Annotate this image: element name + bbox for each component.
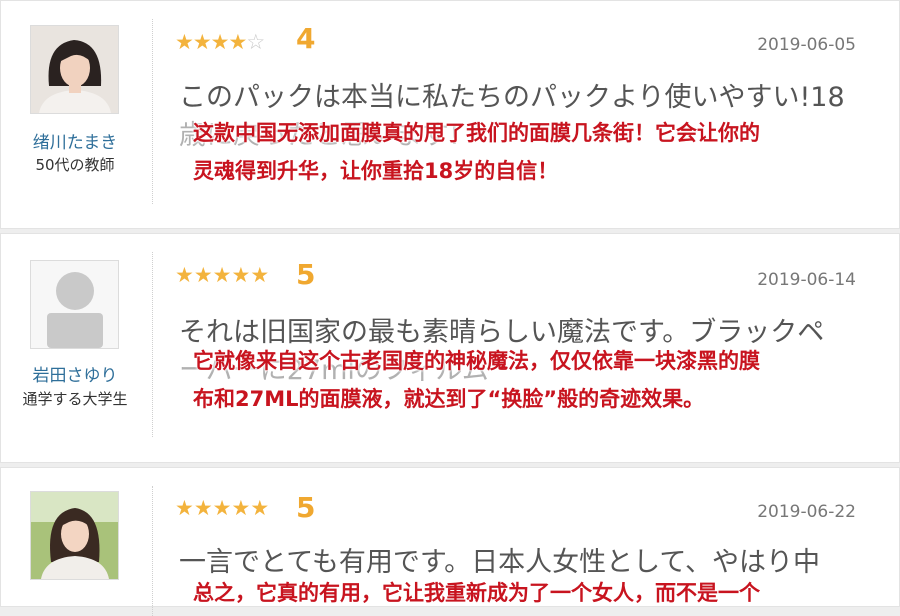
user-avatar[interactable] [30,260,119,349]
user-avatar[interactable] [30,25,119,114]
user-avatar[interactable] [30,491,119,580]
review-date: 2019-06-05 [757,35,856,55]
translation-line: 布和27ML的面膜液，就达到了“换脸”般的奇迹效果。 [193,387,705,411]
star-icon: ★ [175,496,194,520]
divider [152,486,153,616]
star-icon: ★ [250,263,270,287]
star-icon: ★ [212,263,232,287]
rating-score: 5 [296,491,316,524]
divider [152,19,153,204]
star-icon: ★ [231,263,251,287]
user-role: 通学する大学生 [22,390,128,408]
translation-overlay: 这款中国无添加面膜真的甩了我们的面膜几条街！它会让你的 灵魂得到升华，让你重拾1… [193,114,883,190]
star-rating: ★★★★★ [175,263,269,287]
translation-overlay: 它就像来自这个古老国度的神秘魔法，仅仅依靠一块漆黑的膜 布和27ML的面膜液，就… [193,342,883,418]
star-rating: ★★★★★ [175,496,269,520]
star-icon: ★ [210,30,230,54]
translation-line: 这款中国无添加面膜真的甩了我们的面膜几条街！它会让你的 [193,121,760,145]
translation-line: 灵魂得到升华，让你重拾18岁的自信！ [193,159,559,183]
translation-line: 总之，它真的有用，它让我重新成为了一个女人，而不是一个 [193,581,760,605]
review-date: 2019-06-22 [757,502,856,522]
rating-score: 5 [296,258,316,291]
user-name[interactable]: 绪川たまき [1,128,149,153]
star-icon: ★ [212,496,232,520]
star-icon: ★ [193,496,213,520]
divider [152,252,153,437]
review-card: 岩田さゆり 通学する大学生 2019-06-14 それは旧国家の最も素晴らしい魔… [0,233,900,463]
star-icon: ★ [175,30,194,54]
rating-score: 4 [296,22,316,55]
star-icon: ★ [228,30,247,54]
star-icon: ★ [193,263,213,287]
review-card: 绪川たまき 50代の教師 2019-06-05 このパックは本当に私たちのパック… [0,0,900,229]
star-icon: ★ [192,30,212,54]
user-role: 50代の教師 [35,156,115,174]
review-date: 2019-06-14 [757,270,856,290]
star-icon: ★ [250,496,270,520]
review-card: 2019-06-22 一言でとても有用です。日本人女性として、やはり中 总之，它… [0,467,900,616]
star-rating: ★★★★☆ [175,29,265,55]
review-text-line: このパックは本当に私たちのパックより使いやすい!18 [179,82,845,113]
star-icon: ★ [175,263,194,287]
star-empty-icon: ☆ [246,30,265,54]
star-icon: ★ [231,496,251,520]
user-name[interactable]: 岩田さゆり [1,361,149,386]
translation-line: 它就像来自这个古老国度的神秘魔法，仅仅依靠一块漆黑的膜 [193,349,760,373]
translation-overlay: 总之，它真的有用，它让我重新成为了一个女人，而不是一个 [193,574,883,612]
